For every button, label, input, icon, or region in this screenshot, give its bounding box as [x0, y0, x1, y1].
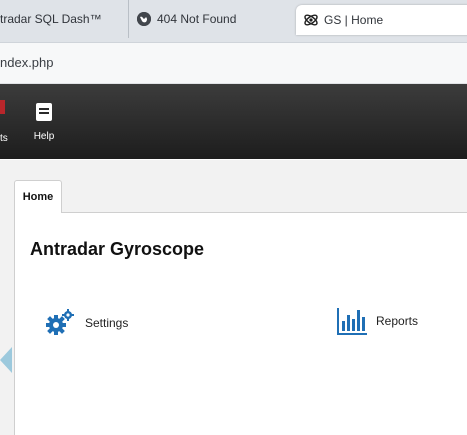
- settings-link[interactable]: Settings: [45, 308, 128, 338]
- page-title: Antradar Gyroscope: [30, 239, 205, 259]
- gyroscope-favicon-icon: [304, 14, 318, 26]
- app-toolbar: [0, 84, 467, 159]
- help-book-icon: [36, 103, 52, 121]
- browser-tab-label: 404 Not Found: [157, 12, 237, 26]
- globe-icon: [137, 12, 151, 26]
- browser-tab-strip: tradar SQL Dash™ 404 Not Found GS | Home: [0, 0, 467, 43]
- toolbar-partial-label[interactable]: ts: [0, 133, 8, 144]
- collapse-sidebar-arrow-icon[interactable]: [0, 347, 12, 373]
- help-button[interactable]: Help: [30, 102, 58, 142]
- browser-tab-label: GS | Home: [324, 13, 384, 27]
- gears-icon: [46, 309, 74, 335]
- toolbar-partial-icon[interactable]: [0, 100, 5, 114]
- browser-tab-not-found[interactable]: 404 Not Found: [128, 0, 297, 38]
- bar-chart-icon: [337, 308, 367, 335]
- settings-label: Settings: [85, 316, 129, 330]
- reports-label: Reports: [376, 314, 419, 328]
- browser-tab-sql-dash[interactable]: tradar SQL Dash™: [0, 0, 118, 38]
- url-text: ndex.php: [0, 55, 54, 70]
- help-label: Help: [33, 131, 55, 142]
- browser-tab-gs-home[interactable]: GS | Home: [296, 5, 467, 35]
- reports-link[interactable]: Reports: [336, 306, 418, 336]
- tab-home[interactable]: Home: [14, 180, 62, 213]
- browser-tab-label: tradar SQL Dash™: [0, 12, 102, 26]
- address-bar[interactable]: ndex.php: [0, 43, 467, 84]
